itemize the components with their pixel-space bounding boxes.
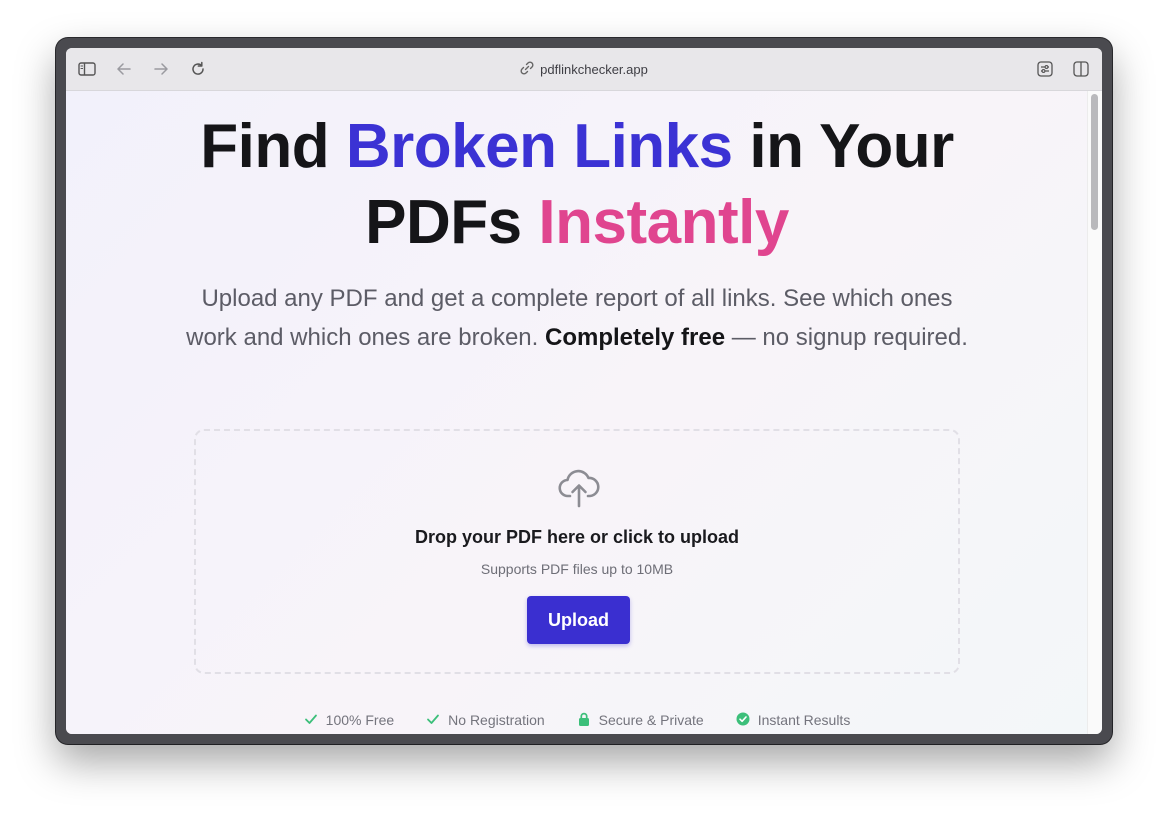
link-icon: [520, 60, 534, 78]
subtitle-text: — no signup required.: [725, 324, 968, 351]
subtitle-bold: Completely free: [545, 324, 726, 351]
features-list: 100% Free No Registration Secure & Priva…: [66, 710, 1088, 730]
check-icon: [426, 712, 440, 729]
title-text: Find: [200, 112, 346, 181]
scrollbar-thumb[interactable]: [1091, 94, 1098, 230]
upload-button[interactable]: Upload: [527, 596, 630, 644]
page-subtitle: Upload any PDF and get a complete report…: [186, 279, 968, 357]
feature-label: Secure & Private: [598, 712, 704, 728]
feature-instant: Instant Results: [736, 710, 851, 730]
sidebar-icon[interactable]: [76, 58, 98, 80]
address-field[interactable]: pdflinkchecker.app: [520, 60, 648, 78]
page-content: Find Broken Links in Your PDFs Instantly…: [66, 91, 1088, 734]
browser-toolbar: pdflinkchecker.app: [66, 48, 1102, 91]
dropzone-title: Drop your PDF here or click to upload: [414, 527, 740, 547]
dropzone-subtitle: Supports PDF files up to 10MB: [480, 561, 674, 577]
title-text: in Your: [732, 112, 954, 181]
back-icon[interactable]: [113, 58, 135, 80]
browser-frame: pdflinkchecker.app Find Broken Links in …: [66, 48, 1102, 734]
check-circle-icon: [736, 712, 750, 729]
split-view-icon[interactable]: [1070, 58, 1092, 80]
title-highlight-instantly: Instantly: [538, 188, 789, 257]
lock-icon: [577, 712, 591, 729]
reload-icon[interactable]: [187, 58, 209, 80]
cloud-upload-icon: [557, 465, 601, 514]
forward-icon[interactable]: [150, 58, 172, 80]
feature-label: No Registration: [448, 712, 545, 728]
feature-no-registration: No Registration: [426, 710, 545, 730]
url-text: pdflinkchecker.app: [540, 61, 648, 77]
feature-secure: Secure & Private: [577, 710, 704, 730]
feature-free: 100% Free: [304, 710, 394, 730]
browser-window: pdflinkchecker.app Find Broken Links in …: [56, 38, 1112, 744]
check-icon: [304, 712, 318, 729]
page-title: Find Broken Links in Your PDFs Instantly: [66, 109, 1088, 261]
scrollbar[interactable]: [1087, 91, 1102, 734]
feature-label: 100% Free: [325, 712, 395, 728]
title-text: PDFs: [365, 188, 539, 257]
address-bar: pdflinkchecker.app: [66, 48, 1102, 90]
extension-icon[interactable]: [1034, 58, 1056, 80]
pdf-dropzone[interactable]: Drop your PDF here or click to upload Su…: [194, 429, 960, 674]
title-highlight-broken-links: Broken Links: [345, 112, 733, 181]
feature-label: Instant Results: [757, 712, 851, 728]
